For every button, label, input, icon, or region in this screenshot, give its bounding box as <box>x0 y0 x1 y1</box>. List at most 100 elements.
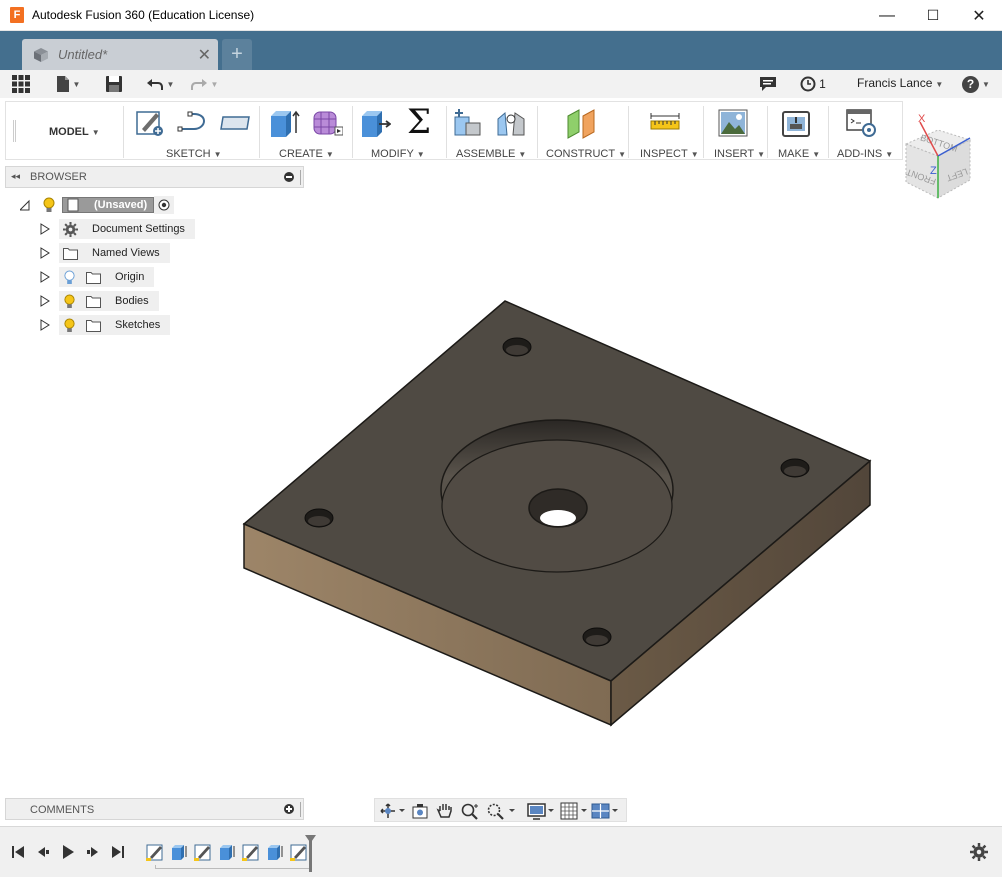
axis-x-label: X <box>918 113 926 125</box>
separator <box>767 106 768 158</box>
separator <box>352 106 353 158</box>
comments-panel-header[interactable]: COMMENTS <box>5 798 304 820</box>
create-group-label: CREATE <box>279 148 323 160</box>
joint-icon[interactable] <box>495 107 527 139</box>
create-sketch-icon[interactable] <box>134 107 166 139</box>
sketch-group-label: SKETCH <box>166 148 211 160</box>
zoom-icon[interactable] <box>460 802 480 820</box>
add-comment-icon[interactable] <box>284 804 294 814</box>
toolbar-ribbon: MODEL ▼ SKETCH ▼ CREATE ▼ Σ MODIFY ▼ ASS… <box>5 101 903 160</box>
separator <box>537 106 538 158</box>
close-tab-icon[interactable]: ✕ <box>198 45 211 65</box>
new-tab-button[interactable]: + <box>222 39 252 70</box>
construct-group-label: CONSTRUCT <box>546 148 616 160</box>
job-status-clock-icon[interactable]: 1 <box>799 74 827 94</box>
title-bar: F Autodesk Fusion 360 (Education License… <box>0 0 1002 31</box>
notifications-icon[interactable] <box>758 74 778 94</box>
timeline-extrude-feature-icon[interactable] <box>218 843 236 861</box>
timeline-bar <box>0 826 1002 877</box>
pan-hand-icon[interactable] <box>435 802 455 820</box>
display-settings-icon[interactable] <box>527 802 557 820</box>
timeline-step-back-icon[interactable] <box>35 844 51 860</box>
minimize-button[interactable]: — <box>864 0 910 31</box>
separator <box>828 106 829 158</box>
user-account-menu[interactable]: Francis Lance ▼ <box>857 76 943 90</box>
center-hole-through <box>540 510 576 526</box>
insert-image-icon[interactable] <box>717 107 749 139</box>
model-viewport[interactable] <box>0 160 1002 826</box>
help-menu[interactable]: ? ▼ <box>961 74 991 94</box>
workspace-label: MODEL <box>49 126 89 138</box>
window-controls: — ☐ ✕ <box>864 0 1002 31</box>
comments-pin-handle[interactable] <box>300 802 303 817</box>
rectangle-tool-icon[interactable] <box>219 107 251 139</box>
viewports-layout-icon[interactable] <box>591 802 621 820</box>
timeline-end-icon[interactable] <box>110 844 126 860</box>
ribbon-grip[interactable] <box>13 120 16 142</box>
separator <box>703 106 704 158</box>
create-group-menu[interactable]: CREATE ▼ <box>279 148 334 160</box>
addins-group-menu[interactable]: ADD-INS ▼ <box>837 148 893 160</box>
offset-plane-icon[interactable] <box>566 107 598 139</box>
make-group-label: MAKE <box>778 148 810 160</box>
timeline-extrude-feature-icon[interactable] <box>266 843 284 861</box>
comments-title: COMMENTS <box>30 804 95 816</box>
document-tab-bar: Untitled* ✕ + <box>0 31 1002 70</box>
user-name: Francis Lance <box>857 76 933 90</box>
timeline-extrude-feature-icon[interactable] <box>170 843 188 861</box>
orbit-icon[interactable] <box>379 802 405 820</box>
timeline-feature-group-bracket <box>155 865 311 869</box>
measure-icon[interactable] <box>649 107 681 139</box>
timeline-settings-gear-icon[interactable] <box>970 843 988 861</box>
form-tspline-icon[interactable] <box>311 107 343 139</box>
file-menu-icon[interactable]: ▼ <box>53 74 83 94</box>
line-tool-icon[interactable] <box>176 107 208 139</box>
inspect-group-menu[interactable]: INSPECT ▼ <box>640 148 699 160</box>
modify-group-menu[interactable]: MODIFY ▼ <box>371 148 425 160</box>
job-count: 1 <box>819 77 826 91</box>
timeline-start-icon[interactable] <box>10 844 26 860</box>
insert-group-label: INSERT <box>714 148 755 160</box>
timeline-sketch-feature-icon[interactable] <box>194 843 212 861</box>
timeline-sketch-feature-icon[interactable] <box>146 843 164 861</box>
modify-group-label: MODIFY <box>371 148 414 160</box>
3d-print-icon[interactable] <box>780 107 812 139</box>
inspect-group-label: INSPECT <box>640 148 688 160</box>
sketch-group-menu[interactable]: SKETCH ▼ <box>166 148 222 160</box>
insert-group-menu[interactable]: INSERT ▼ <box>714 148 765 160</box>
press-pull-icon[interactable] <box>359 107 391 139</box>
separator <box>446 106 447 158</box>
separator <box>628 106 629 158</box>
make-group-menu[interactable]: MAKE ▼ <box>778 148 820 160</box>
addins-group-label: ADD-INS <box>837 148 883 160</box>
workspace-switcher[interactable]: MODEL ▼ <box>49 126 100 138</box>
save-icon[interactable] <box>104 74 124 94</box>
fusion-app-icon: F <box>10 7 24 23</box>
timeline-sketch-feature-icon[interactable] <box>242 843 260 861</box>
assemble-group-menu[interactable]: ASSEMBLE ▼ <box>456 148 526 160</box>
fit-zoom-window-icon[interactable] <box>486 802 518 820</box>
scripts-addins-icon[interactable] <box>845 107 877 139</box>
construct-group-menu[interactable]: CONSTRUCT ▼ <box>546 148 626 160</box>
timeline-sketch-feature-icon[interactable] <box>290 843 308 861</box>
data-panel-grid-icon[interactable] <box>11 74 31 94</box>
timeline-marker-handle[interactable] <box>309 837 312 872</box>
separator <box>123 106 124 158</box>
look-at-icon[interactable] <box>410 802 430 820</box>
compute-all-sigma-icon[interactable]: Σ <box>403 105 435 139</box>
undo-icon[interactable]: ▼ <box>144 74 176 94</box>
document-tab[interactable]: Untitled* ✕ <box>22 39 218 70</box>
extrude-icon[interactable] <box>268 107 300 139</box>
new-component-icon[interactable] <box>452 107 484 139</box>
quick-access-bar: ▼ ▼ ▼ 1 Francis Lance ▼ ? ▼ <box>0 70 1002 98</box>
timeline-step-forward-icon[interactable] <box>85 844 101 860</box>
maximize-button[interactable]: ☐ <box>910 0 956 31</box>
window-title: Autodesk Fusion 360 (Education License) <box>32 8 255 22</box>
grid-snaps-icon[interactable] <box>560 802 590 820</box>
separator <box>259 106 260 158</box>
redo-icon[interactable]: ▼ <box>188 74 220 94</box>
navigation-bar <box>374 798 627 822</box>
document-tab-title: Untitled* <box>58 47 108 62</box>
close-window-button[interactable]: ✕ <box>956 0 1002 31</box>
timeline-play-icon[interactable] <box>60 844 76 860</box>
